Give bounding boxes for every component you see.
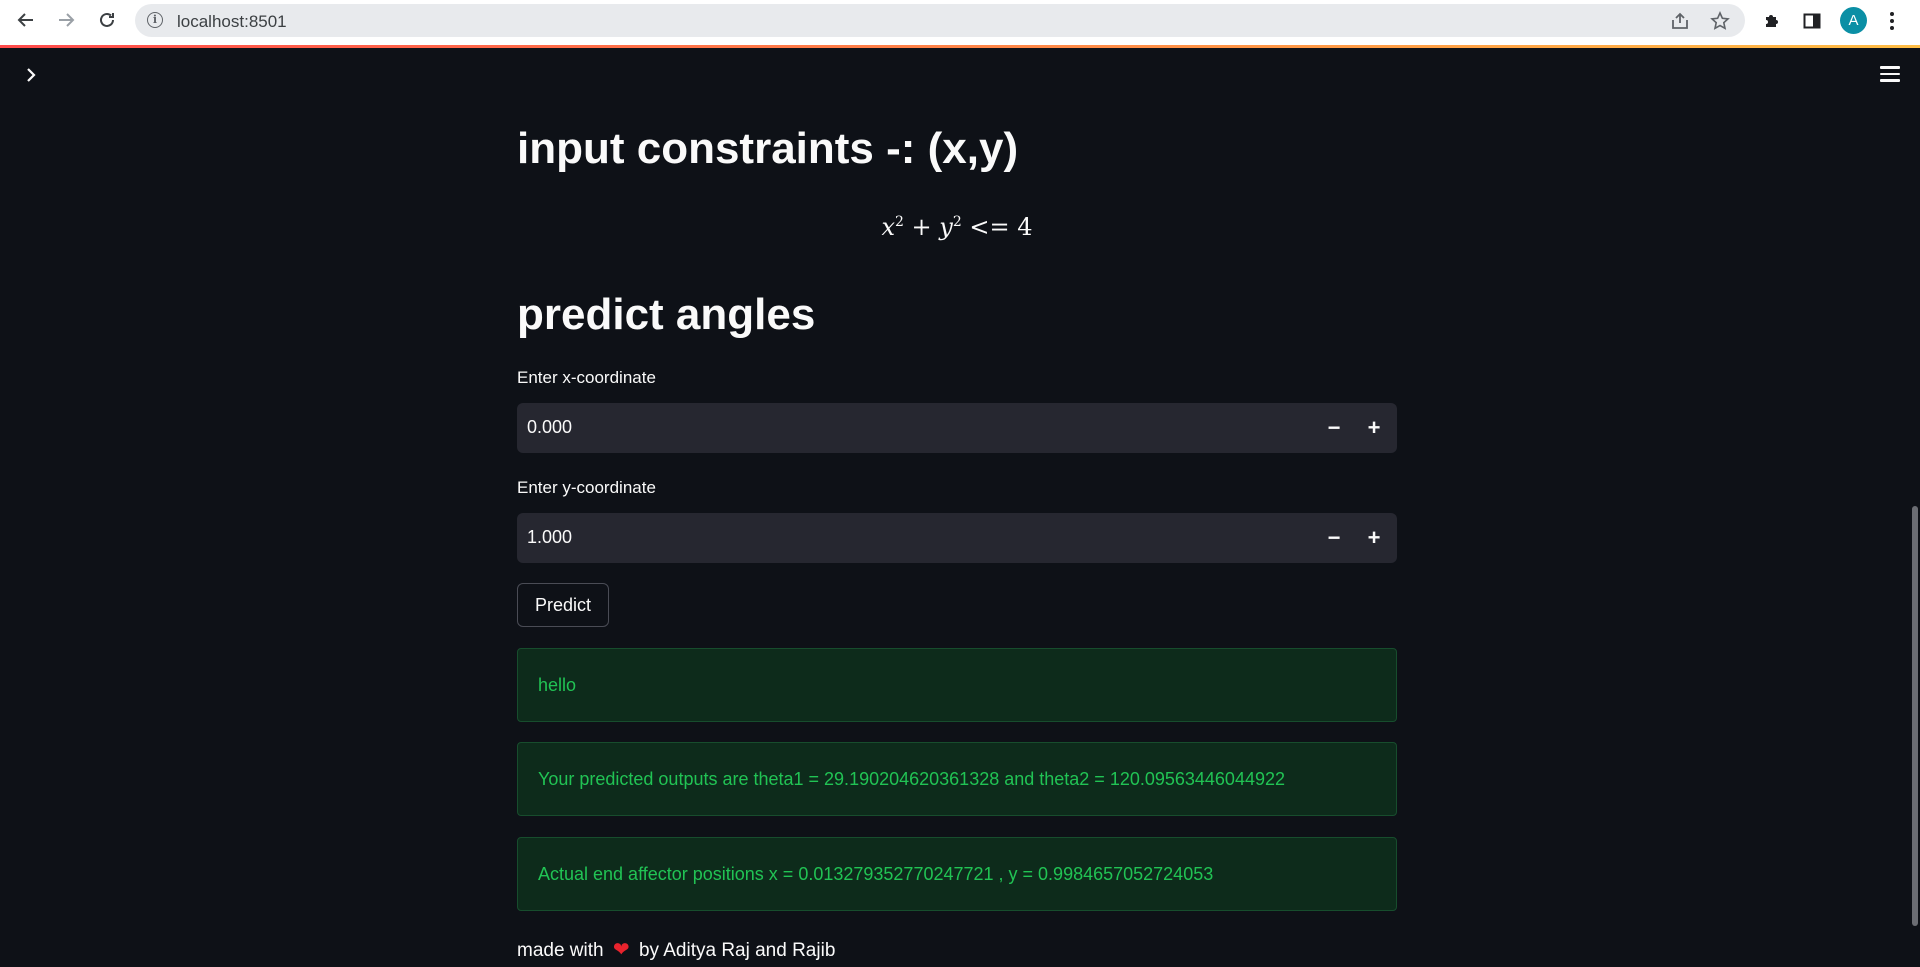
- formula-rhs: 4: [1017, 213, 1033, 241]
- reload-icon[interactable]: [95, 8, 119, 32]
- alert-text: hello: [538, 675, 577, 695]
- x-coordinate-value[interactable]: 0.000: [527, 417, 572, 438]
- x-coordinate-label: Enter x-coordinate: [517, 368, 656, 387]
- page-scrollbar[interactable]: [1912, 506, 1918, 926]
- x-decrement-button[interactable]: −: [1321, 415, 1347, 441]
- forward-arrow-icon[interactable]: [54, 8, 78, 32]
- back-arrow-icon[interactable]: [14, 8, 38, 32]
- y-coordinate-input[interactable]: 1.000 − +: [517, 513, 1397, 563]
- success-alert-hello: hello: [517, 648, 1397, 722]
- formula-y: y: [939, 213, 953, 241]
- y-coordinate-label: Enter y-coordinate: [517, 478, 656, 497]
- browser-toolbar: i localhost:8501 A: [0, 0, 1920, 45]
- formula-y-exponent: 2: [952, 214, 962, 230]
- formula-plus: +: [911, 213, 932, 241]
- alert-text: Your predicted outputs are theta1 = 29.1…: [538, 769, 1285, 789]
- constraint-formula: x2 + y2 <= 4: [517, 213, 1397, 241]
- success-alert-end-effector: Actual end affector positions x = 0.0132…: [517, 837, 1397, 911]
- section-heading: predict angles: [517, 290, 816, 339]
- alert-text: Actual end affector positions x = 0.0132…: [538, 864, 1214, 884]
- formula-x-exponent: 2: [894, 214, 904, 230]
- y-increment-button[interactable]: +: [1361, 525, 1387, 551]
- predict-button[interactable]: Predict: [517, 583, 609, 627]
- heart-icon: ❤: [612, 939, 630, 961]
- url-text: localhost:8501: [177, 12, 287, 31]
- address-bar[interactable]: i localhost:8501: [135, 4, 1745, 37]
- footer-text-before: made with: [517, 940, 604, 961]
- sidebar-expand-chevron-icon[interactable]: [20, 64, 42, 86]
- footer-credits: made with ❤ by Aditya Raj and Rajib: [517, 937, 835, 962]
- bookmark-star-icon[interactable]: [1709, 10, 1731, 32]
- site-info-icon[interactable]: i: [147, 12, 163, 28]
- side-panel-icon[interactable]: [1800, 9, 1824, 33]
- extensions-puzzle-icon[interactable]: [1760, 9, 1784, 33]
- x-coordinate-input[interactable]: 0.000 − +: [517, 403, 1397, 453]
- app-container: input constraints -: (x,y) x2 + y2 <= 4 …: [0, 48, 1920, 967]
- x-increment-button[interactable]: +: [1361, 415, 1387, 441]
- page-title: input constraints -: (x,y): [517, 124, 1019, 173]
- y-coordinate-value[interactable]: 1.000: [527, 527, 572, 548]
- formula-relation: <=: [969, 213, 1010, 241]
- share-icon[interactable]: [1669, 10, 1691, 32]
- browser-menu-icon[interactable]: [1880, 8, 1904, 34]
- profile-avatar[interactable]: A: [1840, 7, 1867, 34]
- main-menu-hamburger-icon[interactable]: [1880, 66, 1900, 82]
- success-alert-predicted-angles: Your predicted outputs are theta1 = 29.1…: [517, 742, 1397, 816]
- y-decrement-button[interactable]: −: [1321, 525, 1347, 551]
- footer-text-after: by Aditya Raj and Rajib: [638, 940, 836, 961]
- formula-x: x: [881, 213, 895, 241]
